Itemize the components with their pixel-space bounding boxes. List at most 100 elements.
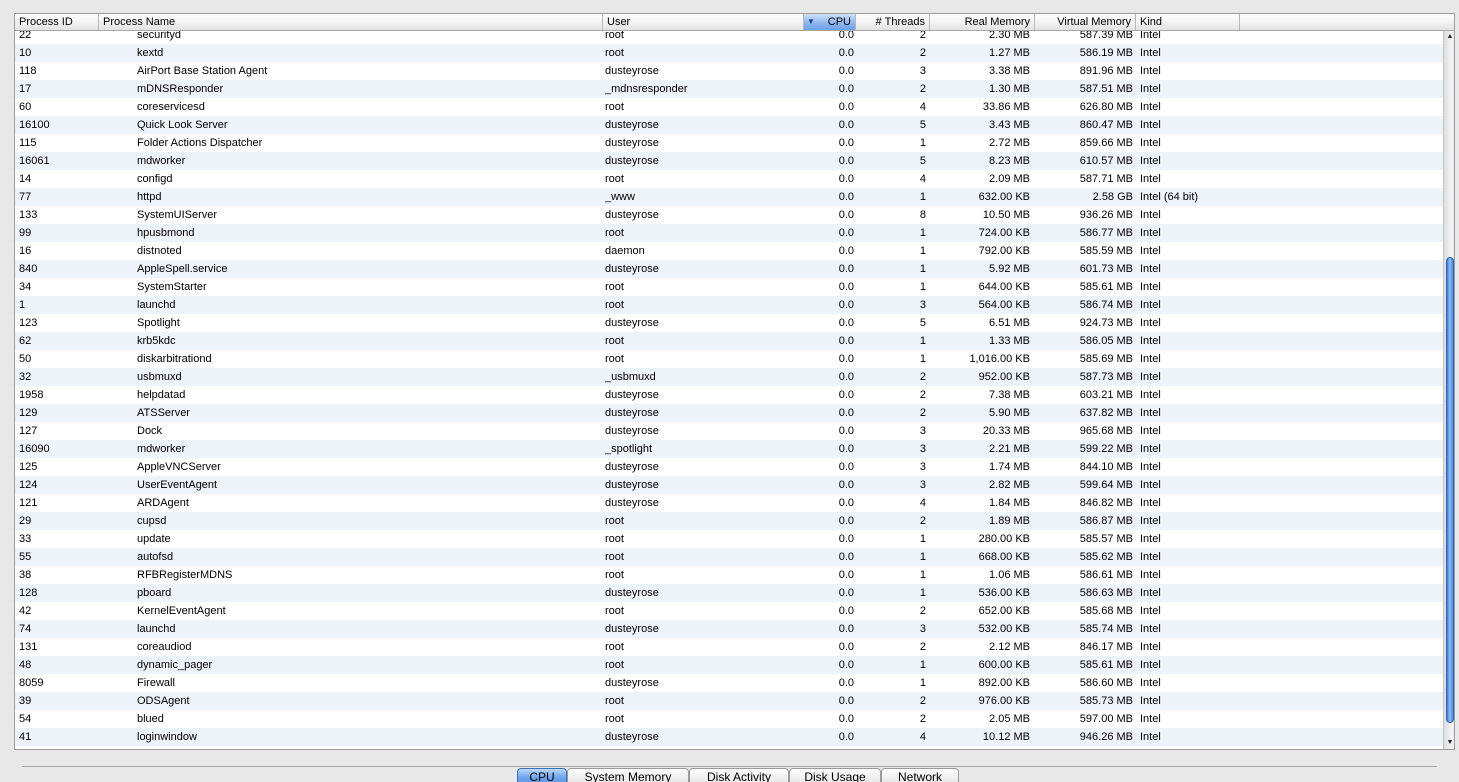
table-row[interactable]: 33 update root 0.0 1 280.00 KB 585.57 MB Intel	[15, 530, 1443, 548]
table-row[interactable]: 16061 mdworker dusteyrose 0.0 5 8.23 MB 610.57…	[15, 152, 1443, 170]
cell-cpu: 0.0	[838, 641, 854, 653]
cell-kind: Intel	[1140, 119, 1161, 131]
tab-cpu[interactable]: CPU	[517, 768, 567, 782]
cell-real-memory: 2.12 MB	[989, 641, 1030, 653]
cell-virtual-memory: 586.05 MB	[1079, 335, 1133, 347]
cell-real-memory: 1.84 MB	[989, 497, 1030, 509]
cell-process-id: 41	[19, 731, 32, 743]
cell-threads: 2	[919, 605, 926, 617]
cell-process-name: cupsd	[137, 515, 167, 527]
cell-process-id: 127	[19, 425, 38, 437]
table-row[interactable]: 131 coreaudiod root 0.0 2 2.12 MB 846.17 MB Int…	[15, 638, 1443, 656]
cell-process-name: configd	[137, 173, 173, 185]
cell-kind: Intel	[1140, 587, 1161, 599]
table-row[interactable]: 99 hpusbmond root 0.0 1 724.00 KB 586.77 MB Int…	[15, 224, 1443, 242]
cell-cpu: 0.0	[838, 425, 854, 437]
table-row[interactable]: 133 SystemUIServer dusteyrose 0.0 8 10.50 MB 9…	[15, 206, 1443, 224]
column-header-cpu[interactable]: ▼ CPU	[804, 14, 856, 30]
cell-process-name: loginwindow	[137, 731, 197, 743]
vertical-scrollbar[interactable]: ▲ ▼	[1443, 31, 1454, 749]
table-row[interactable]: 10 kextd root 0.0 2 1.27 MB 586.19 MB Intel	[15, 44, 1443, 62]
cell-kind: Intel	[1140, 497, 1161, 509]
tab-disk-activity[interactable]: Disk Activity	[689, 768, 789, 782]
column-header-real-memory[interactable]: Real Memory	[930, 14, 1035, 30]
table-row[interactable]: 74 launchd dusteyrose 0.0 3 532.00 KB 585.74 M…	[15, 620, 1443, 638]
table-row[interactable]: 128 pboard dusteyrose 0.0 1 536.00 KB 586.63 M…	[15, 584, 1443, 602]
cell-real-memory: 564.00 KB	[978, 299, 1030, 311]
table-row[interactable]: 14 configd root 0.0 4 2.09 MB 587.71 MB Intel	[15, 170, 1443, 188]
cell-threads: 4	[919, 497, 926, 509]
cell-user: root	[605, 659, 624, 671]
cell-cpu: 0.0	[838, 659, 854, 671]
cell-process-name: launchd	[137, 299, 176, 311]
table-row[interactable]: 16090 mdworker _spotlight 0.0 3 2.21 MB 599.22…	[15, 440, 1443, 458]
column-header-process-name[interactable]: Process Name	[99, 14, 603, 30]
column-header-kind[interactable]: Kind	[1136, 14, 1240, 30]
cell-threads: 3	[919, 65, 926, 77]
table-row[interactable]: 123 Spotlight dusteyrose 0.0 5 6.51 MB 924.73 …	[15, 314, 1443, 332]
cell-process-id: 48	[19, 659, 32, 671]
table-row[interactable]: 55 autofsd root 0.0 1 668.00 KB 585.62 MB Intel	[15, 548, 1443, 566]
cell-threads: 3	[919, 299, 926, 311]
table-row[interactable]: 125 AppleVNCServer dusteyrose 0.0 3 1.74 MB 84…	[15, 458, 1443, 476]
column-header-process-id[interactable]: Process ID	[15, 14, 99, 30]
cell-kind: Intel	[1140, 407, 1161, 419]
cell-process-name: RFBRegisterMDNS	[137, 569, 233, 581]
cell-process-name: AirPort Base Station Agent	[137, 65, 268, 77]
scroll-up-arrow-icon[interactable]: ▲	[1444, 31, 1454, 43]
table-row[interactable]: 60 coreservicesd root 0.0 4 33.86 MB 626.80 MB…	[15, 98, 1443, 116]
table-row[interactable]: 54 blued root 0.0 2 2.05 MB 597.00 MB Intel	[15, 710, 1443, 728]
table-row[interactable]: 16 distnoted daemon 0.0 1 792.00 KB 585.59 MB I…	[15, 242, 1443, 260]
table-row[interactable]: 32 usbmuxd _usbmuxd 0.0 2 952.00 KB 587.73 MB I…	[15, 368, 1443, 386]
table-row[interactable]: 22 securityd root 0.0 2 2.30 MB 587.39 MB Intel	[15, 31, 1443, 44]
cell-real-memory: 5.90 MB	[989, 407, 1030, 419]
table-row[interactable]: 124 UserEventAgent dusteyrose 0.0 3 2.82 MB 59…	[15, 476, 1443, 494]
column-header-user[interactable]: User	[603, 14, 804, 30]
table-row[interactable]: 42 KernelEventAgent root 0.0 2 652.00 KB 585.6…	[15, 602, 1443, 620]
column-header-threads[interactable]: # Threads	[856, 14, 930, 30]
cell-real-memory: 1.27 MB	[989, 47, 1030, 59]
tab-system-memory[interactable]: System Memory	[567, 768, 689, 782]
cell-process-name: blued	[137, 713, 164, 725]
cell-real-memory: 33.86 MB	[982, 101, 1030, 113]
scrollbar-thumb[interactable]	[1446, 257, 1454, 723]
cell-process-name: mDNSResponder	[137, 83, 224, 95]
cell-process-id: 840	[19, 263, 38, 275]
table-row[interactable]: 39 ODSAgent root 0.0 2 976.00 KB 585.73 MB Inte…	[15, 692, 1443, 710]
table-row[interactable]: 17 mDNSResponder _mdnsresponder 0.0 2 1.30 MB…	[15, 80, 1443, 98]
table-row[interactable]: 840 AppleSpell.service dusteyrose 0.0 1 5.92 …	[15, 260, 1443, 278]
table-row[interactable]: 41 loginwindow dusteyrose 0.0 4 10.12 MB 946.2…	[15, 728, 1443, 746]
cell-process-id: 99	[19, 227, 32, 239]
cell-cpu: 0.0	[838, 731, 854, 743]
table-row[interactable]: 38 RFBRegisterMDNS root 0.0 1 1.06 MB 586.61 M…	[15, 566, 1443, 584]
table-row[interactable]: 1 launchd root 0.0 3 564.00 KB 586.74 MB Intel	[15, 296, 1443, 314]
table-row[interactable]: 16100 Quick Look Server dusteyrose 0.0 5 3.43…	[15, 116, 1443, 134]
cell-kind: Intel	[1140, 695, 1161, 707]
cell-process-id: 128	[19, 587, 38, 599]
tab-disk-usage[interactable]: Disk Usage	[789, 768, 881, 782]
cell-virtual-memory: 859.66 MB	[1079, 137, 1133, 149]
cell-process-name: launchd	[137, 623, 176, 635]
table-row[interactable]: 48 dynamic_pager root 0.0 1 600.00 KB 585.61 M…	[15, 656, 1443, 674]
cell-kind: Intel	[1140, 317, 1161, 329]
table-row[interactable]: 29 cupsd root 0.0 2 1.89 MB 586.87 MB Intel	[15, 512, 1443, 530]
table-row[interactable]: 121 ARDAgent dusteyrose 0.0 4 1.84 MB 846.82 M…	[15, 494, 1443, 512]
table-row[interactable]: 115 Folder Actions Dispatcher dusteyrose 0.…	[15, 134, 1443, 152]
table-row[interactable]: 118 AirPort Base Station Agent dusteyrose 0…	[15, 62, 1443, 80]
table-row[interactable]: 77 httpd _www 0.0 1 632.00 KB 2.58 GB Intel (64…	[15, 188, 1443, 206]
table-row[interactable]: 127 Dock dusteyrose 0.0 3 20.33 MB 965.68 MB In…	[15, 422, 1443, 440]
table-row[interactable]: 129 ATSServer dusteyrose 0.0 2 5.90 MB 637.82 …	[15, 404, 1443, 422]
table-row[interactable]: 8059 Firewall dusteyrose 0.0 1 892.00 KB 586.6…	[15, 674, 1443, 692]
tab-network[interactable]: Network	[881, 768, 959, 782]
cell-process-id: 77	[19, 191, 32, 203]
column-header-virtual-memory[interactable]: Virtual Memory	[1035, 14, 1136, 30]
scroll-down-arrow-icon[interactable]: ▼	[1444, 737, 1454, 749]
cell-cpu: 0.0	[838, 65, 854, 77]
cell-virtual-memory: 586.74 MB	[1079, 299, 1133, 311]
table-row[interactable]: 1958 helpdatad dusteyrose 0.0 2 7.38 MB 603.21…	[15, 386, 1443, 404]
table-row[interactable]: 50 diskarbitrationd root 0.0 1 1,016.00 KB 585…	[15, 350, 1443, 368]
table-row[interactable]: 34 SystemStarter root 0.0 1 644.00 KB 585.61 M…	[15, 278, 1443, 296]
table-row[interactable]: 62 krb5kdc root 0.0 1 1.33 MB 586.05 MB Intel	[15, 332, 1443, 350]
cell-cpu: 0.0	[838, 677, 854, 689]
cell-kind: Intel	[1140, 569, 1161, 581]
